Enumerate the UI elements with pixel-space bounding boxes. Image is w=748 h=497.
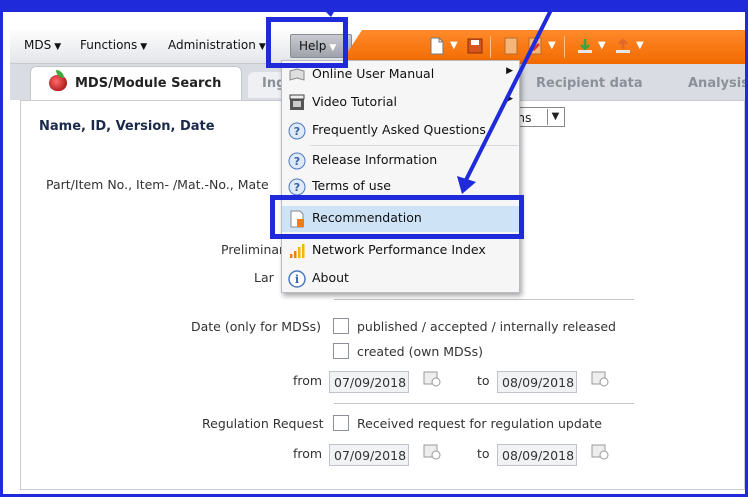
annotation-arrows <box>322 0 558 194</box>
annotation-top-strip <box>0 0 748 12</box>
